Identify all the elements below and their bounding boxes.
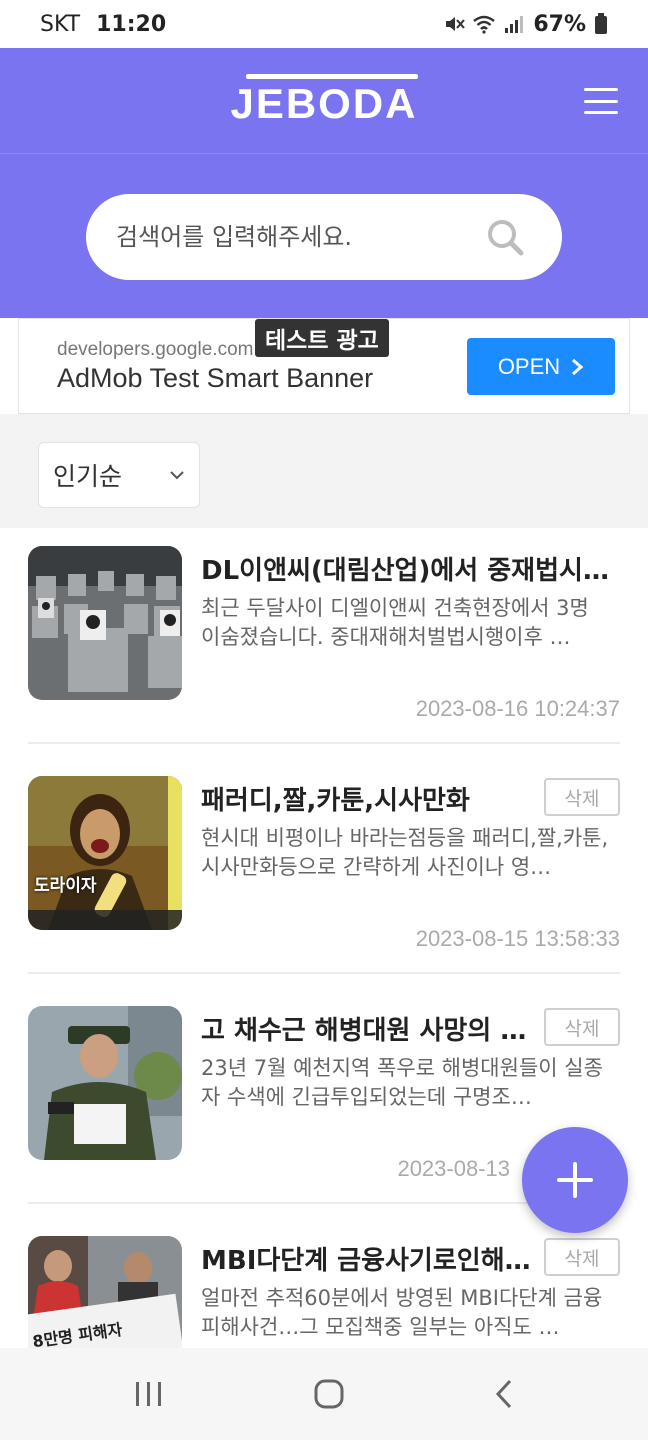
ad-url: developers.google.com bbox=[57, 339, 254, 360]
system-nav-bar bbox=[0, 1348, 648, 1440]
post-title: MBI다단계 금융사기로인해… bbox=[201, 1246, 531, 1276]
menu-icon-line bbox=[584, 99, 618, 103]
post-thumbnail bbox=[28, 546, 182, 700]
sort-bar: 인기순 bbox=[0, 414, 648, 528]
home-icon[interactable] bbox=[313, 1378, 345, 1410]
search-bar[interactable] bbox=[86, 194, 562, 280]
sort-selected-label: 인기순 bbox=[53, 462, 123, 491]
ad-title: AdMob Test Smart Banner bbox=[57, 363, 374, 393]
search-input[interactable] bbox=[116, 223, 486, 251]
delete-button[interactable]: 삭제 bbox=[544, 1238, 620, 1276]
sort-dropdown[interactable]: 인기순 bbox=[38, 442, 200, 508]
ad-open-label: OPEN bbox=[497, 353, 561, 379]
delete-button[interactable]: 삭제 bbox=[544, 778, 620, 816]
ad-open-button[interactable]: OPEN bbox=[467, 338, 615, 395]
post-title: DL이앤씨(대림산업)에서 중재법시행이후 bbox=[201, 556, 613, 586]
post-description: 23년 7월 예천지역 폭우로 해병대원들이 실종자 수색에 긴급투입되었는데 … bbox=[201, 1056, 603, 1109]
post-title: 패러디,짤,카툰,시사만화 bbox=[201, 786, 470, 816]
post-item[interactable]: 8만명 피해자 MBI다단계 금융사기로인해… 삭제 얼마전 추적60분에서 방… bbox=[28, 1218, 620, 1348]
battery-percent: 67% bbox=[533, 11, 586, 37]
post-item[interactable]: 도라이자 패러디,짤,카툰,시사만화 삭제 현시대 비평이나 바라는점등을 패러… bbox=[28, 758, 620, 974]
app-logo[interactable]: JEBODA bbox=[230, 73, 418, 128]
post-description: 최근 두달사이 디엘이앤씨 건축현장에서 3명 이숨졌습니다. 중대재해처벌법시… bbox=[201, 596, 589, 649]
ad-banner[interactable]: developers.google.com AdMob Test Smart B… bbox=[18, 318, 630, 414]
post-description: 현시대 비평이나 바라는점등을 패러디,짤,카툰,시사만화등으로 간략하게 사진… bbox=[201, 826, 609, 879]
signal-icon bbox=[505, 16, 524, 33]
test-ad-label: 테스트 광고 bbox=[255, 319, 389, 357]
mute-icon bbox=[446, 17, 466, 31]
post-description: 얼마전 추적60분에서 방영된 MBI다단계 금융피해사건…그 모집책중 일부는… bbox=[201, 1286, 603, 1339]
menu-icon-line bbox=[584, 111, 618, 114]
chevron-down-icon bbox=[170, 471, 184, 480]
post-date: 2023-08-16 10:24:37 bbox=[415, 696, 620, 721]
thumbnail-caption: 도라이자 bbox=[34, 876, 97, 896]
search-icon[interactable] bbox=[486, 218, 524, 256]
chevron-right-icon bbox=[572, 358, 584, 375]
post-date: 2023-08-15 13:58:33 bbox=[415, 926, 620, 951]
plus-icon bbox=[557, 1162, 593, 1198]
carrier-label: SKT bbox=[40, 11, 81, 37]
post-thumbnail: 도라이자 bbox=[28, 776, 182, 930]
menu-button[interactable] bbox=[584, 88, 618, 114]
add-post-button[interactable] bbox=[522, 1127, 628, 1233]
battery-icon bbox=[595, 13, 607, 34]
post-title: 고 채수근 해병대원 사망의 … bbox=[201, 1016, 527, 1046]
delete-button[interactable]: 삭제 bbox=[544, 1008, 620, 1046]
recent-apps-icon[interactable] bbox=[134, 1380, 164, 1408]
wifi-icon bbox=[473, 15, 496, 34]
clock: 11:20 bbox=[96, 11, 167, 37]
status-bar: SKT 11:20 67% bbox=[0, 0, 648, 48]
post-thumbnail bbox=[28, 1006, 182, 1160]
menu-icon-line bbox=[584, 88, 618, 91]
post-item[interactable]: DL이앤씨(대림산업)에서 중재법시행이후 최근 두달사이 디엘이앤씨 건축현장… bbox=[28, 528, 620, 744]
back-icon[interactable] bbox=[494, 1378, 514, 1410]
post-thumbnail: 8만명 피해자 bbox=[28, 1236, 182, 1348]
post-date: 2023-08-13 bbox=[397, 1156, 510, 1181]
app-header: JEBODA bbox=[0, 48, 648, 318]
